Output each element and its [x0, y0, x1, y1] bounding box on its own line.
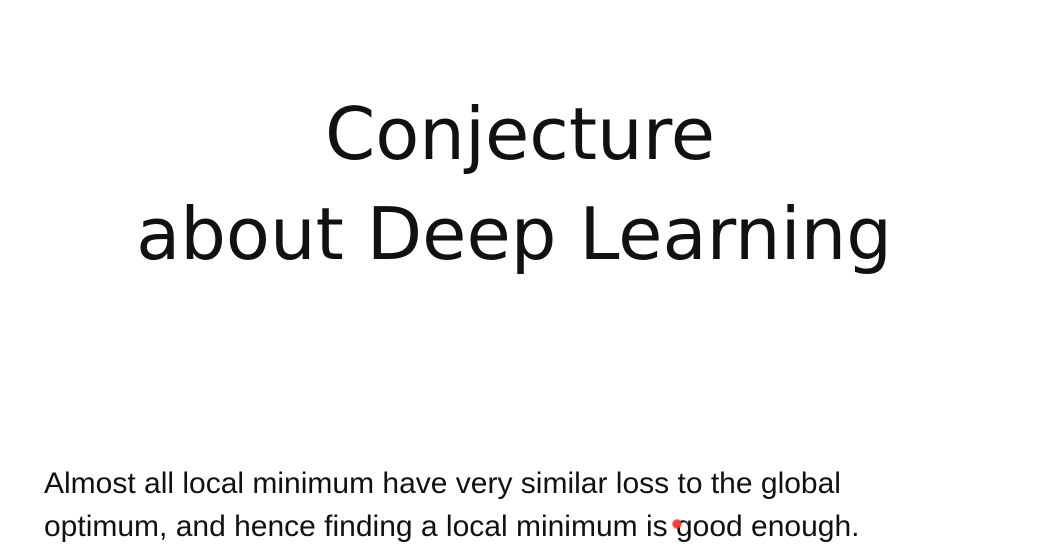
slide-title-line: about Deep Learning [136, 192, 892, 277]
body-text-line: optimum, and hence finding a local minim… [44, 510, 860, 543]
slide-title: Conjecture about Deep Learning [0, 84, 1040, 284]
laser-pointer-icon [672, 519, 682, 529]
slide: Conjecture about Deep Learning Almost al… [0, 0, 1040, 549]
slide-body-text: Almost all local minimum have very simil… [44, 462, 1004, 548]
body-text-line: Almost all local minimum have very simil… [44, 467, 841, 500]
slide-title-line: Conjecture [324, 92, 716, 177]
